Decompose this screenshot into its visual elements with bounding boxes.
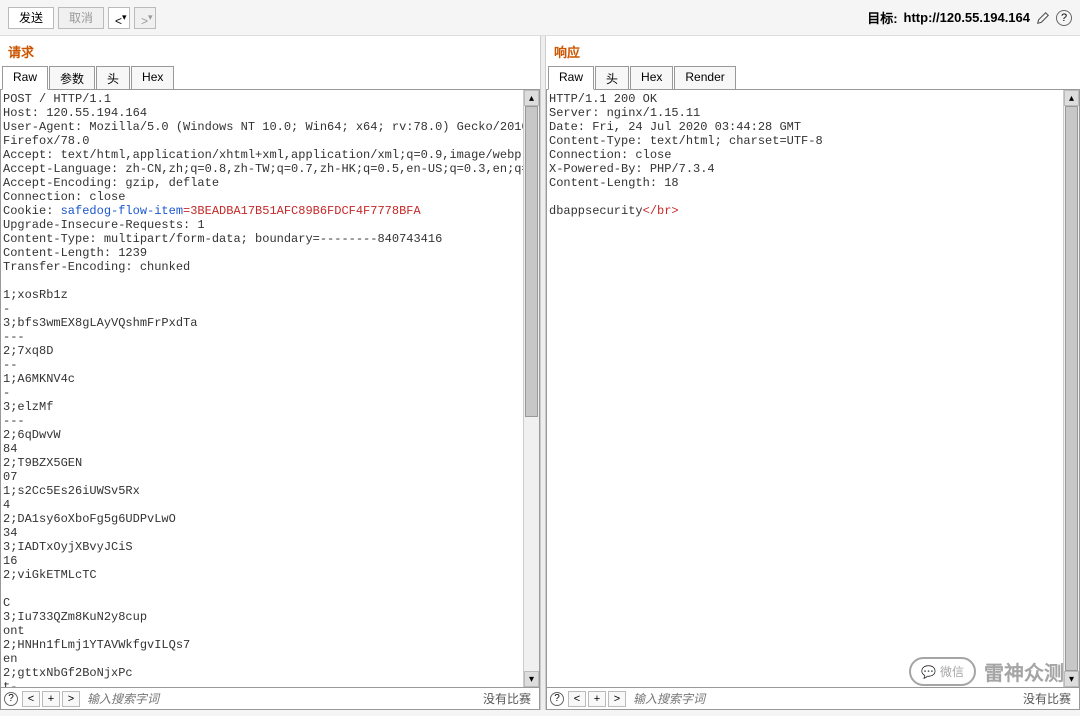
request-search-bar: ? < + > 没有比赛 — [0, 688, 540, 710]
search-prev-icon[interactable]: < — [22, 691, 40, 707]
search-next-icon[interactable]: > — [62, 691, 80, 707]
search-matches-label: 没有比赛 — [1015, 690, 1079, 707]
search-help-icon[interactable]: ? — [550, 692, 564, 706]
search-input[interactable] — [627, 692, 1015, 706]
history-next-button: >▾ — [134, 7, 156, 29]
target-value: http://120.55.194.164 — [904, 10, 1030, 25]
response-search-bar: ? < + > 没有比赛 — [546, 688, 1080, 710]
response-title: 响应 — [546, 36, 1080, 65]
top-toolbar: 发送 取消 <▾ >▾ 目标: http://120.55.194.164 ? — [0, 0, 1080, 36]
request-title: 请求 — [0, 36, 540, 65]
response-textarea[interactable]: HTTP/1.1 200 OK Server: nginx/1.15.11 Da… — [547, 90, 1063, 687]
search-add-icon[interactable]: + — [588, 691, 606, 707]
search-help-icon[interactable]: ? — [4, 692, 18, 706]
request-tabs: Raw 参数 头 Hex — [0, 65, 540, 89]
response-scrollbar[interactable]: ▴ ▾ — [1063, 90, 1079, 687]
scroll-up-icon[interactable]: ▴ — [524, 90, 539, 106]
request-scrollbar[interactable]: ▴ ▾ — [523, 90, 539, 687]
tab-resp-render[interactable]: Render — [674, 66, 735, 90]
tab-params[interactable]: 参数 — [49, 66, 95, 90]
response-tabs: Raw 头 Hex Render — [546, 65, 1080, 89]
tab-headers[interactable]: 头 — [96, 66, 130, 90]
search-matches-label: 没有比赛 — [475, 690, 539, 707]
tab-raw[interactable]: Raw — [2, 66, 48, 90]
scroll-down-icon[interactable]: ▾ — [524, 671, 539, 687]
search-input[interactable] — [81, 692, 475, 706]
scroll-up-icon[interactable]: ▴ — [1064, 90, 1079, 106]
cancel-button: 取消 — [58, 7, 104, 29]
request-textarea[interactable]: POST / HTTP/1.1 Host: 120.55.194.164 Use… — [1, 90, 523, 687]
request-panel: 请求 Raw 参数 头 Hex POST / HTTP/1.1 Host: 12… — [0, 36, 540, 710]
send-button[interactable]: 发送 — [8, 7, 54, 29]
scroll-down-icon[interactable]: ▾ — [1064, 671, 1079, 687]
tab-hex[interactable]: Hex — [131, 66, 174, 90]
tab-resp-raw[interactable]: Raw — [548, 66, 594, 90]
search-prev-icon[interactable]: < — [568, 691, 586, 707]
help-icon[interactable]: ? — [1056, 10, 1072, 26]
target-label: 目标: — [867, 8, 897, 27]
tab-resp-headers[interactable]: 头 — [595, 66, 629, 90]
tab-resp-hex[interactable]: Hex — [630, 66, 673, 90]
response-panel: 响应 Raw 头 Hex Render HTTP/1.1 200 OK Serv… — [546, 36, 1080, 710]
search-next-icon[interactable]: > — [608, 691, 626, 707]
search-add-icon[interactable]: + — [42, 691, 60, 707]
edit-target-icon[interactable] — [1036, 11, 1050, 25]
history-prev-button[interactable]: <▾ — [108, 7, 130, 29]
